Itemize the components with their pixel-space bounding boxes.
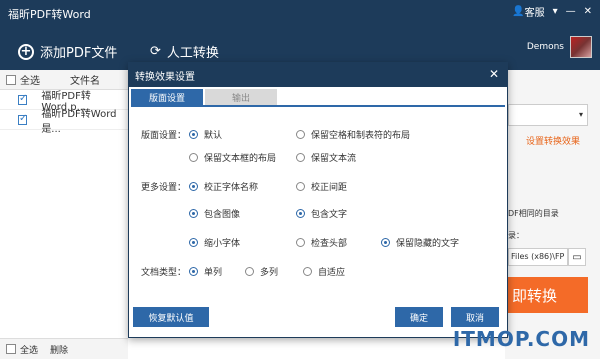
menu-dropdown-icon[interactable]: ▾ [553,6,558,17]
watermark: ITMOP.COM [452,327,590,351]
restore-label: 恢复默认值 [148,313,194,324]
checkbox-fix-spacing[interactable]: 校正间距 [296,180,347,193]
radio-doctype-multi[interactable]: 多列 [245,265,278,278]
radio-indicator [381,238,390,247]
file-checkbox[interactable] [18,113,28,125]
doc-type-label: 文档类型： [141,268,187,278]
radio-indicator [189,267,198,276]
avatar [570,36,592,58]
radio-indicator [245,267,254,276]
convert-settings-dialog: 转换效果设置 ✕ 版面设置 输出 版面设置： 默认 保留空格和制表符的布局 保留… [128,62,508,338]
user-icon: 👤 [512,6,525,17]
cancel-label: 取消 [465,313,484,324]
select-all-checkbox-bottom[interactable] [6,344,16,354]
manual-convert-button[interactable]: ⟳ 人工转换 [150,42,219,61]
more-settings-label: 更多设置： [141,183,187,193]
add-pdf-label: 添加PDF文件 [40,46,118,61]
close-icon[interactable]: ✕ [584,6,592,17]
ok-label: 确定 [409,313,428,324]
select-all-label-bottom: 全选 [20,345,39,356]
option-label: 保留文本框的布局 [204,154,277,164]
radio-indicator [296,182,305,191]
checkbox-check-header[interactable]: 检查头部 [296,236,347,249]
option-label: 单列 [204,268,223,278]
layout-label: 版面设置： [141,131,187,141]
option-label: 保留文本流 [311,154,357,164]
radio-indicator [296,209,305,218]
tab-layout[interactable]: 版面设置 [131,89,203,105]
dialog-title: 转换效果设置 [129,63,507,87]
dialog-tabs: 版面设置 输出 [129,87,507,105]
ok-button[interactable]: 确定 [395,307,443,327]
cancel-button[interactable]: 取消 [451,307,499,327]
restore-defaults-button[interactable]: 恢复默认值 [133,307,209,327]
checkbox-include-text[interactable]: 包含文字 [296,207,347,220]
option-label: 缩小字体 [204,239,241,249]
file-list-footer: 全选 删除 [0,338,128,359]
convert-button[interactable]: 即转换 [508,277,588,313]
radio-indicator [189,182,198,191]
manual-convert-label: 人工转换 [166,46,219,61]
tab-output[interactable]: 输出 [205,89,277,105]
select-all-label: 全选 [20,76,40,87]
convert-label: 即转换 [512,286,558,305]
option-label: 自适应 [318,268,346,278]
refresh-icon: ⟳ [150,44,161,59]
radio-layout-textbox[interactable]: 保留文本框的布局 [189,151,276,164]
radio-indicator [296,130,305,139]
checkbox-include-images[interactable]: 包含图像 [189,207,240,220]
radio-indicator [296,238,305,247]
option-label: 保留隐藏的文字 [396,239,460,249]
col-filename: 文件名 [70,76,100,87]
user-profile[interactable]: Demons [527,36,592,58]
dialog-body: 版面设置： 默认 保留空格和制表符的布局 保留文本框的布局 保留文本流 更多设置… [131,105,505,335]
radio-layout-default[interactable]: 默认 [189,128,222,141]
radio-indicator [189,209,198,218]
file-row[interactable]: 福昕PDF转Word是... [0,109,128,135]
plus-icon: + [18,43,34,60]
option-label: 包含文字 [311,210,348,220]
chevron-down-icon: ▾ [578,110,583,119]
file-name: 福昕PDF转Word是... [41,108,117,135]
app-title: 福昕PDF转Word [8,8,91,21]
service-label: 客服 [524,8,545,19]
radio-indicator [296,153,305,162]
folder-icon[interactable]: ▭ [568,248,586,266]
option-label: 默认 [204,131,223,141]
radio-indicator [189,153,198,162]
radio-indicator [189,130,198,139]
same-dir-label: DF相同的目录 [508,209,559,218]
user-name: Demons [526,42,564,52]
settings-link[interactable]: 设置转换效果 [526,134,580,147]
dir-label: 录： [508,231,524,240]
dialog-title-text: 转换效果设置 [135,71,195,83]
service-button[interactable]: 👤 客服 [512,4,544,19]
option-label: 保留空格和制表符的布局 [311,131,411,141]
option-label: 检查头部 [311,239,348,249]
radio-indicator [189,238,198,247]
option-label: 多列 [260,268,279,278]
add-pdf-button[interactable]: + 添加PDF文件 [18,42,117,61]
window-controls: 👤 客服 ▾ — ✕ [512,4,592,19]
option-label: 校正间距 [311,183,348,193]
close-icon[interactable]: ✕ [489,67,499,81]
radio-indicator [303,267,312,276]
output-path[interactable]: Files (x86)\FP [508,248,568,266]
radio-doctype-adaptive[interactable]: 自适应 [303,265,345,278]
delete-button[interactable]: 删除 [50,343,68,356]
minimize-icon[interactable]: — [566,6,576,17]
checkbox-shrink-font[interactable]: 缩小字体 [189,236,240,249]
option-label: 包含图像 [204,210,241,220]
titlebar: 福昕PDF转Word 👤 客服 ▾ — ✕ [0,0,600,32]
radio-layout-keep-spaces[interactable]: 保留空格和制表符的布局 [296,128,410,141]
radio-layout-textflow[interactable]: 保留文本流 [296,151,356,164]
checkbox-fix-font-name[interactable]: 校正字体名称 [189,180,258,193]
select-all-checkbox[interactable] [6,74,16,85]
option-label: 校正字体名称 [204,183,259,193]
radio-doctype-single[interactable]: 单列 [189,265,222,278]
format-select[interactable]: ▾ [508,104,588,126]
file-checkbox[interactable] [18,93,28,105]
checkbox-keep-hidden-text[interactable]: 保留隐藏的文字 [381,236,459,249]
